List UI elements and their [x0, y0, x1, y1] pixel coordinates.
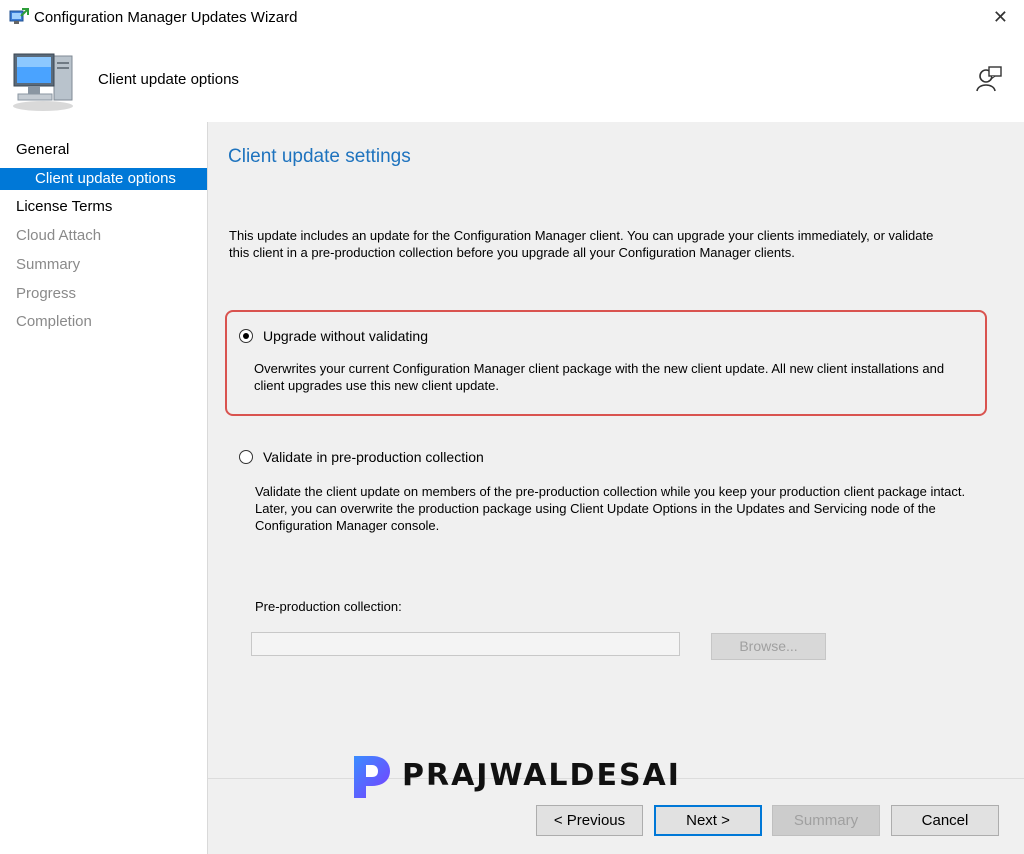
- upgrade-without-validating-radio[interactable]: [239, 329, 253, 343]
- preproduction-collection-field: [251, 632, 680, 656]
- sidebar-item-summary: Summary: [16, 256, 81, 273]
- summary-button: Summary: [772, 805, 880, 836]
- help-user-icon[interactable]: [974, 64, 1004, 94]
- sidebar-item-progress: Progress: [16, 285, 77, 302]
- previous-button[interactable]: < Previous: [536, 805, 643, 836]
- sidebar-item-cloud-attach: Cloud Attach: [16, 227, 102, 244]
- upgrade-without-validating-description: Overwrites your current Configuration Ma…: [254, 361, 945, 393]
- browse-button: Browse...: [711, 633, 826, 660]
- page-description: This update includes an update for the C…: [229, 228, 934, 260]
- page-title: Client update settings: [228, 146, 411, 167]
- next-button[interactable]: Next >: [654, 805, 762, 836]
- validate-preproduction-label[interactable]: Validate in pre-production collection: [263, 449, 484, 465]
- sidebar-item-general[interactable]: General: [0, 139, 207, 161]
- validate-preproduction-radio[interactable]: [239, 450, 253, 464]
- validate-preproduction-description: Validate the client update on members of…: [255, 484, 966, 533]
- header-title: Client update options: [98, 71, 239, 88]
- main-panel: Client update settings This update inclu…: [208, 122, 1024, 778]
- title-bar: Configuration Manager Updates Wizard ✕: [0, 0, 1024, 34]
- app-icon: [9, 8, 29, 24]
- sidebar-item-completion: Completion: [16, 313, 92, 330]
- sidebar-item-client-update-options[interactable]: Client update options: [0, 168, 207, 190]
- sidebar-item-license-terms[interactable]: License Terms: [0, 196, 207, 218]
- computer-icon: [13, 53, 73, 111]
- cancel-button[interactable]: Cancel: [891, 805, 999, 836]
- watermark-text: PRAJWALDESAI: [402, 758, 681, 793]
- prajwaldesai-logo-icon: [354, 756, 390, 798]
- wizard-header: Client update options: [0, 34, 1024, 122]
- window-title: Configuration Manager Updates Wizard: [34, 9, 298, 26]
- wizard-sidebar: General Client update options License Te…: [0, 122, 208, 854]
- preproduction-collection-label: Pre-production collection:: [255, 599, 402, 614]
- close-icon[interactable]: ✕: [993, 7, 1008, 28]
- upgrade-without-validating-label[interactable]: Upgrade without validating: [263, 328, 428, 344]
